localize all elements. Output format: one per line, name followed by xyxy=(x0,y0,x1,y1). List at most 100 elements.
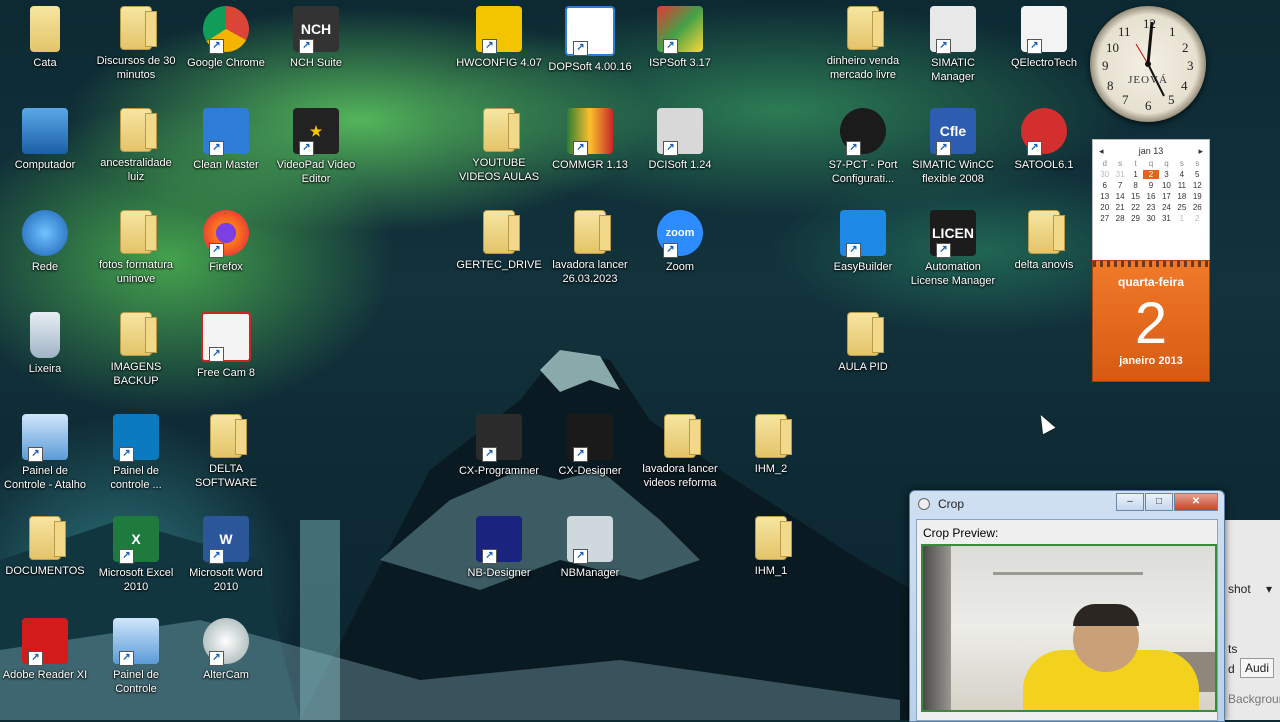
desktop-icon[interactable]: ↗ Painel de controle ... xyxy=(91,414,181,492)
desktop-icon[interactable]: ↗ CX-Designer xyxy=(545,414,635,478)
calendar-day[interactable]: 18 xyxy=(1174,192,1189,201)
desktop-icon[interactable]: IHM_1 xyxy=(726,516,816,578)
desktop-icon[interactable]: Lixeira xyxy=(0,312,90,376)
maximize-button[interactable]: □ xyxy=(1145,493,1173,511)
audio-tab[interactable]: Audi xyxy=(1240,658,1275,678)
desktop-icon[interactable]: ↗ NB-Designer xyxy=(454,516,544,580)
calendar-day[interactable]: 23 xyxy=(1143,203,1158,212)
calendar-day[interactable]: 19 xyxy=(1190,192,1205,201)
desktop-icon[interactable]: DELTA SOFTWARE xyxy=(181,414,271,490)
calendar-day[interactable]: 5 xyxy=(1190,170,1205,179)
calendar-day[interactable]: 8 xyxy=(1128,181,1143,190)
calendar-day[interactable]: 24 xyxy=(1159,203,1174,212)
calendar-day[interactable]: 2 xyxy=(1190,214,1205,223)
desktop-icon[interactable]: NCH ↗ NCH Suite xyxy=(271,6,361,70)
desktop-icon[interactable]: ↗ EasyBuilder xyxy=(818,210,908,274)
calendar-day[interactable]: 14 xyxy=(1112,192,1127,201)
calendar-day[interactable]: 26 xyxy=(1190,203,1205,212)
desktop-icon[interactable]: DOCUMENTOS xyxy=(0,516,90,578)
close-button[interactable]: ✕ xyxy=(1174,493,1218,511)
desktop-icon[interactable]: ↗ HWCONFIG 4.07 xyxy=(454,6,544,70)
desktop-icon[interactable]: ↗ CX-Programmer xyxy=(454,414,544,478)
dropdown-arrow-icon[interactable]: ▾ xyxy=(1266,582,1272,596)
desktop-icon[interactable]: AULA PID xyxy=(818,312,908,374)
calendar-day[interactable]: 10 xyxy=(1159,181,1174,190)
desktop-icon[interactable]: ↗ QElectroTech xyxy=(999,6,1089,70)
calendar-day[interactable]: 29 xyxy=(1128,214,1143,223)
desktop-icon[interactable]: IHM_2 xyxy=(726,414,816,476)
crop-window[interactable]: Crop – □ ✕ Crop Preview: xyxy=(909,490,1225,722)
desktop-icon[interactable]: ↗ Adobe Reader XI xyxy=(0,618,90,682)
calendar-day[interactable]: 31 xyxy=(1159,214,1174,223)
desktop-clock-gadget[interactable]: 12 1 2 3 4 5 6 7 8 9 10 11 JEOVÁ xyxy=(1090,6,1206,122)
desktop-icon[interactable]: W ↗ Microsoft Word 2010 xyxy=(181,516,271,594)
desktop-icon[interactable]: zoom ↗ Zoom xyxy=(635,210,725,274)
desktop-icon[interactable]: Computador xyxy=(0,108,90,172)
crop-preview-image[interactable] xyxy=(921,544,1217,712)
desktop-icon[interactable]: LICEN ↗ Automation License Manager xyxy=(908,210,998,288)
desktop-icon[interactable]: ↗ COMMGR 1.13 xyxy=(545,108,635,172)
calendar-day[interactable]: 21 xyxy=(1112,203,1127,212)
desktop-icon[interactable]: ancestralidade luiz xyxy=(91,108,181,184)
desktop-icon[interactable]: Discursos de 30 minutos xyxy=(91,6,181,82)
calendar-day[interactable]: 17 xyxy=(1159,192,1174,201)
desktop-icon[interactable]: Cfle ↗ SIMATIC WinCC flexible 2008 xyxy=(908,108,998,186)
calendar-gadget[interactable]: ◂ jan 13 ▸ d s t q q s s 30 31 1 2 3 4 5 6 7 8 9 10 11 12 13 1… xyxy=(1092,139,1210,261)
calendar-day[interactable]: 30 xyxy=(1143,214,1158,223)
desktop-icon[interactable]: IMAGENS BACKUP xyxy=(91,312,181,388)
desktop-icon[interactable]: ↗ NBManager xyxy=(545,516,635,580)
calendar-day[interactable]: 6 xyxy=(1097,181,1112,190)
calendar-day[interactable]: 28 xyxy=(1112,214,1127,223)
desktop-icon[interactable]: Cata xyxy=(0,6,90,70)
calendar-day[interactable]: 25 xyxy=(1174,203,1189,212)
calendar-day[interactable]: 31 xyxy=(1112,170,1127,179)
desktop-icon[interactable]: ↗ DOPSoft 4.00.16 xyxy=(545,6,635,74)
desktop-icon[interactable]: ↗ SIMATIC Manager xyxy=(908,6,998,84)
calendar-day[interactable]: 11 xyxy=(1174,181,1189,190)
desktop-icon[interactable]: lavadora lancer videos reforma xyxy=(635,414,725,490)
wincc-icon: Cfle ↗ xyxy=(930,108,976,156)
desktop-icon[interactable]: ↗ DCISoft 1.24 xyxy=(635,108,725,172)
desktop-icon[interactable]: ↗ Free Cam 8 xyxy=(181,312,271,380)
calendar-prev-icon[interactable]: ◂ xyxy=(1099,146,1104,157)
calendar-day[interactable]: 16 xyxy=(1143,192,1158,201)
calendar-day[interactable]: 20 xyxy=(1097,203,1112,212)
background-tab[interactable]: Backgroun xyxy=(1228,692,1280,706)
minimize-button[interactable]: – xyxy=(1116,493,1144,511)
calendar-day[interactable]: 15 xyxy=(1128,192,1143,201)
desktop-icon[interactable]: dinheiro venda mercado livre xyxy=(818,6,908,82)
nbmanager-icon: ↗ xyxy=(567,516,613,564)
background-app-window[interactable]: shot ▾ ts d Audi Backgroun xyxy=(1223,520,1280,720)
calendar-day[interactable]: 1 xyxy=(1174,214,1189,223)
desktop-icon[interactable]: ↗ SATOOL6.1 xyxy=(999,108,1089,172)
desktop-icon[interactable]: ↗ Painel de Controle xyxy=(91,618,181,696)
desktop-icon[interactable]: GERTEC_DRIVE xyxy=(454,210,544,272)
calendar-day[interactable]: 4 xyxy=(1174,170,1189,179)
calendar-day[interactable]: 27 xyxy=(1097,214,1112,223)
calendar-day[interactable]: 22 xyxy=(1128,203,1143,212)
desktop-icon[interactable]: Rede xyxy=(0,210,90,274)
desktop-icon[interactable]: ★ ↗ VideoPad Video Editor xyxy=(271,108,361,186)
desktop-icon[interactable]: YOUTUBE VIDEOS AULAS xyxy=(454,108,544,184)
shortcut-arrow-icon: ↗ xyxy=(573,141,588,156)
desktop-icon[interactable]: lavadora lancer 26.03.2023 xyxy=(545,210,635,286)
calendar-day[interactable]: 13 xyxy=(1097,192,1112,201)
calendar-day[interactable]: 12 xyxy=(1190,181,1205,190)
desktop-icon[interactable]: ↗ AlterCam xyxy=(181,618,271,682)
desktop-icon[interactable]: X ↗ Microsoft Excel 2010 xyxy=(91,516,181,594)
calendar-day[interactable]: 9 xyxy=(1143,181,1158,190)
desktop-icon[interactable]: ↗ S7-PCT - Port Configurati... xyxy=(818,108,908,186)
desktop-icon[interactable]: delta anovis xyxy=(999,210,1089,272)
desktop-icon[interactable]: ↗ Firefox xyxy=(181,210,271,274)
desktop-icon[interactable]: fotos formatura uninove xyxy=(91,210,181,286)
desktop-icon[interactable]: ↗ ISPSoft 3.17 xyxy=(635,6,725,70)
desktop-icon[interactable]: ↗ Painel de Controle - Atalho xyxy=(0,414,90,492)
desktop-icon[interactable]: ↗ Google Chrome xyxy=(181,6,271,70)
calendar-day[interactable]: 1 xyxy=(1128,170,1143,179)
desktop-icon[interactable]: ↗ Clean Master xyxy=(181,108,271,172)
calendar-next-icon[interactable]: ▸ xyxy=(1198,146,1203,157)
calendar-day[interactable]: 2 xyxy=(1143,170,1159,179)
calendar-day[interactable]: 30 xyxy=(1097,170,1112,179)
calendar-day[interactable]: 3 xyxy=(1159,170,1174,179)
calendar-day[interactable]: 7 xyxy=(1112,181,1127,190)
